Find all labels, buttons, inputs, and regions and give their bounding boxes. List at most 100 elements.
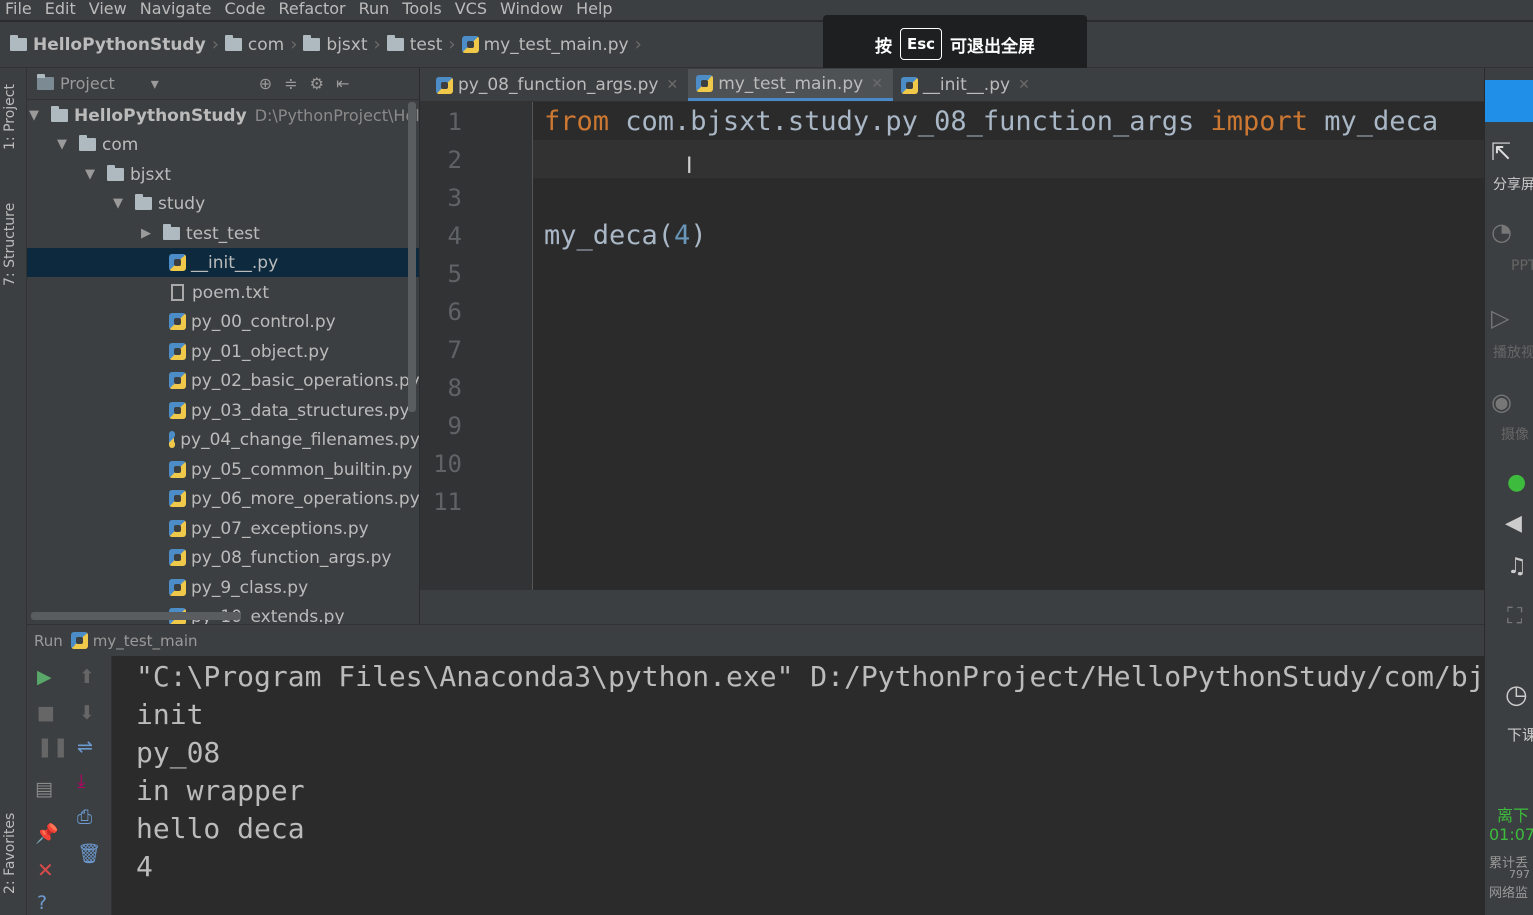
menu-refactor[interactable]: Refactor (273, 0, 353, 20)
tab-function-args[interactable]: py_08_function_args.py ✕ (428, 69, 688, 101)
folder-icon (135, 194, 152, 210)
esc-key-badge: Esc (899, 28, 943, 60)
breadcrumb-com[interactable]: com › (224, 34, 297, 55)
trash-icon[interactable]: 🗑 (77, 842, 101, 865)
menu-window[interactable]: Window (495, 0, 571, 20)
line-number: 9 (447, 412, 462, 440)
fullscreen-icon[interactable]: ⛶ (1507, 604, 1522, 629)
tool-tab-label: 1: Project (2, 84, 18, 150)
stop-icon[interactable]: ■ (37, 702, 55, 724)
layout-icon[interactable]: ▤ (35, 778, 53, 800)
menu-code[interactable]: Code (220, 0, 274, 20)
tree-item-file[interactable]: py_08_function_args.py (27, 543, 419, 572)
expand-arrow-icon[interactable]: ▼ (85, 167, 107, 182)
music-icon[interactable]: ♫ (1507, 554, 1527, 579)
recorder-logo-icon[interactable] (1485, 80, 1533, 122)
close-icon[interactable]: ✕ (666, 77, 678, 93)
tree-item-file[interactable]: py_01_object.py (27, 337, 419, 366)
menu-vcs[interactable]: VCS (450, 0, 495, 20)
pin-icon[interactable]: 📌 (35, 822, 59, 845)
menu-navigate[interactable]: Navigate (135, 0, 220, 20)
close-icon[interactable]: ✕ (871, 76, 883, 92)
help-icon[interactable]: ? (37, 892, 47, 914)
horizontal-scrollbar[interactable] (31, 612, 241, 620)
hide-panel-icon[interactable]: ⇤ (336, 74, 349, 93)
tab-my-test-main[interactable]: my_test_main.py ✕ (688, 69, 893, 101)
ppt-icon[interactable]: ◔ (1491, 218, 1512, 246)
expand-arrow-icon[interactable]: ▼ (29, 108, 51, 123)
menu-file[interactable]: File (0, 0, 40, 20)
speaker-icon[interactable]: ◀ (1505, 511, 1522, 536)
structure-tool-tab[interactable]: 7: Structure (2, 203, 18, 286)
breadcrumb-project[interactable]: HelloPythonStudy › (10, 34, 219, 55)
breadcrumb-bjsxt[interactable]: bjsxt › (303, 34, 381, 55)
chevron-down-icon[interactable]: ▾ (151, 74, 159, 93)
vertical-scrollbar[interactable] (408, 102, 416, 412)
tree-item-file[interactable]: py_00_control.py (27, 307, 419, 336)
breadcrumb-test[interactable]: test › (386, 34, 456, 55)
tree-label: poem.txt (192, 282, 270, 303)
line-number: 6 (447, 298, 462, 326)
line-number: 10 (433, 450, 462, 478)
close-icon[interactable]: ✕ (37, 858, 54, 882)
menu-tools[interactable]: Tools (397, 0, 449, 20)
collapse-all-icon[interactable]: ≑ (284, 74, 297, 93)
code-line-4[interactable]: my_deca(4) (544, 220, 707, 251)
tree-item-file[interactable]: py_06_more_operations.py (27, 484, 419, 513)
project-view-selector[interactable]: Project (60, 74, 115, 93)
code-line-1[interactable]: from com.bjsxt.study.py_08_function_args… (544, 106, 1438, 137)
tree-item-file[interactable]: py_03_data_structures.py (27, 396, 419, 425)
menu-help[interactable]: Help (571, 0, 620, 20)
paren: ) (690, 220, 707, 251)
scroll-to-end-icon[interactable]: ⤓ (77, 770, 85, 792)
rerun-icon[interactable]: ▶ (37, 666, 52, 688)
tree-item-com[interactable]: ▼ com (27, 130, 419, 159)
breadcrumb-file[interactable]: my_test_main.py › (461, 34, 642, 55)
tree-item-init[interactable]: __init__.py (27, 248, 419, 277)
tree-item-poem[interactable]: poem.txt (27, 278, 419, 307)
left-tool-strip: 1: Project 7: Structure 2: Favorites (0, 68, 27, 915)
menu-view[interactable]: View (84, 0, 135, 20)
expand-arrow-icon[interactable]: ▼ (113, 196, 135, 211)
project-tool-tab[interactable]: 1: Project (2, 84, 18, 150)
soft-wrap-icon[interactable]: ⇌ (77, 736, 93, 758)
tree-item-study[interactable]: ▼ study (27, 189, 419, 218)
menu-run[interactable]: Run (354, 0, 398, 20)
close-icon[interactable]: ✕ (1018, 77, 1030, 93)
tab-init[interactable]: __init__.py ✕ (893, 69, 1040, 101)
play-video-icon[interactable]: ▷ (1491, 304, 1509, 332)
run-console[interactable]: "C:\Program Files\Anaconda3\python.exe" … (112, 656, 1484, 915)
tree-item-file[interactable]: py_07_exceptions.py (27, 514, 419, 543)
class-end-icon[interactable]: ◷ (1505, 680, 1528, 710)
menu-edit[interactable]: Edit (40, 0, 84, 20)
ppt-label: PPT (1511, 258, 1533, 274)
tree-item-root[interactable]: ▼ HelloPythonStudy D:\PythonProject\Hel (27, 101, 419, 130)
navigation-bar: HelloPythonStudy › com › bjsxt › test › my_t… (0, 22, 1533, 68)
tree-label: com (102, 134, 139, 155)
share-icon[interactable]: ⇱ (1491, 138, 1511, 166)
up-arrow-icon[interactable]: ⬆ (79, 666, 95, 688)
pause-icon[interactable]: ❚❚ (37, 736, 69, 758)
gear-icon[interactable]: ⚙ (310, 74, 324, 93)
tree-item-file[interactable]: py_9_class.py (27, 573, 419, 602)
tree-label: py_03_data_structures.py (191, 400, 410, 421)
tree-item-file[interactable]: py_04_change_filenames.py (27, 425, 419, 454)
tree-item-file[interactable]: py_02_basic_operations.py (27, 366, 419, 395)
run-config-name[interactable]: my_test_main (93, 632, 198, 650)
tree-item-file[interactable]: py_05_common_builtin.py (27, 455, 419, 484)
tool-tab-label: 7: Structure (2, 202, 18, 286)
down-arrow-icon[interactable]: ⬇ (79, 702, 95, 724)
microphone-icon[interactable]: ● (1507, 470, 1526, 495)
camera-icon[interactable]: ◉ (1491, 388, 1512, 416)
print-icon[interactable]: ⎙ (77, 806, 92, 828)
collapse-arrow-icon[interactable]: ▶ (141, 226, 163, 241)
tree-item-bjsxt[interactable]: ▼ bjsxt (27, 160, 419, 189)
tree-item-test_test[interactable]: ▶ test_test (27, 219, 419, 248)
keyword: import (1210, 106, 1309, 137)
tree-label: __init__.py (191, 252, 279, 273)
console-line: "C:\Program Files\Anaconda3\python.exe" … (136, 660, 1484, 693)
locate-icon[interactable]: ⊕ (259, 74, 272, 93)
favorites-tool-tab[interactable]: 2: Favorites (2, 813, 18, 894)
class-end-label: 下课 (1507, 726, 1533, 744)
expand-arrow-icon[interactable]: ▼ (57, 137, 79, 152)
